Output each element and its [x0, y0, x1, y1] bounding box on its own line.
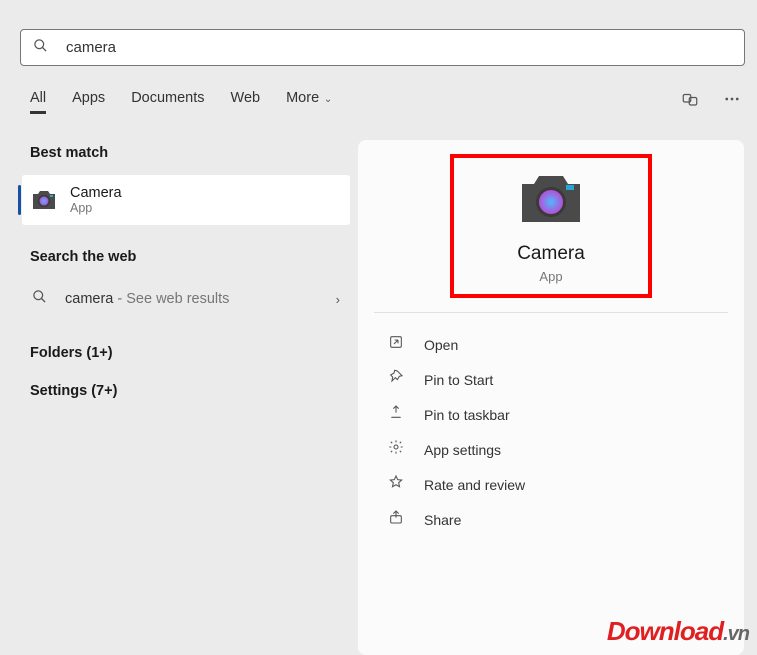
- action-label: Pin to taskbar: [424, 407, 510, 423]
- search-icon: [33, 38, 48, 58]
- tab-documents[interactable]: Documents: [131, 90, 204, 114]
- settings-icon: [388, 439, 404, 460]
- actions-list: Open Pin to Start Pin to taskbar App set…: [358, 327, 744, 537]
- tab-all[interactable]: All: [30, 90, 46, 114]
- share-icon: [388, 509, 404, 530]
- tab-apps[interactable]: Apps: [72, 90, 105, 114]
- toolbar-right: [681, 90, 741, 113]
- highlight-annotation: Camera App: [450, 154, 652, 298]
- action-open[interactable]: Open: [358, 327, 744, 362]
- tab-more[interactable]: More ⌄: [286, 90, 332, 114]
- action-label: App settings: [424, 442, 501, 458]
- action-rate-review[interactable]: Rate and review: [358, 467, 744, 502]
- web-result-row[interactable]: camera - See web results ›: [30, 279, 346, 319]
- action-pin-taskbar[interactable]: Pin to taskbar: [358, 397, 744, 432]
- action-label: Pin to Start: [424, 372, 493, 388]
- pin-taskbar-icon: [388, 404, 404, 425]
- action-pin-start[interactable]: Pin to Start: [358, 362, 744, 397]
- snap-icon[interactable]: [681, 90, 699, 113]
- best-match-heading: Best match: [30, 145, 358, 161]
- more-options-icon[interactable]: [723, 90, 741, 113]
- details-panel: Camera App Open Pin to Start Pin to task…: [358, 140, 744, 655]
- chevron-right-icon: ›: [336, 292, 340, 307]
- search-tabs: All Apps Documents Web More ⌄: [30, 90, 332, 114]
- detail-app-type: App: [454, 269, 648, 284]
- folders-heading[interactable]: Folders (1+): [30, 345, 358, 361]
- best-match-title: Camera: [70, 185, 122, 201]
- pin-start-icon: [388, 369, 404, 390]
- search-input[interactable]: [66, 39, 732, 56]
- chevron-down-icon: ⌄: [321, 94, 332, 105]
- search-web-heading: Search the web: [30, 249, 358, 265]
- action-label: Rate and review: [424, 477, 525, 493]
- watermark: Download.vn: [607, 616, 749, 647]
- search-bar[interactable]: [20, 29, 745, 66]
- tab-web[interactable]: Web: [231, 90, 261, 114]
- rate-icon: [388, 474, 404, 495]
- action-label: Share: [424, 512, 461, 528]
- web-result-label: camera - See web results: [65, 291, 229, 307]
- camera-app-icon-large: [519, 211, 583, 228]
- open-icon: [388, 334, 404, 355]
- action-label: Open: [424, 337, 458, 353]
- divider: [374, 312, 728, 313]
- camera-app-icon: [30, 186, 58, 214]
- search-icon: [32, 289, 47, 309]
- settings-heading[interactable]: Settings (7+): [30, 383, 358, 399]
- action-app-settings[interactable]: App settings: [358, 432, 744, 467]
- best-match-subtitle: App: [70, 201, 122, 215]
- results-column: Best match Camera App Search the web cam…: [0, 145, 358, 399]
- action-share[interactable]: Share: [358, 502, 744, 537]
- detail-app-name: Camera: [454, 243, 648, 265]
- best-match-result[interactable]: Camera App: [22, 175, 350, 225]
